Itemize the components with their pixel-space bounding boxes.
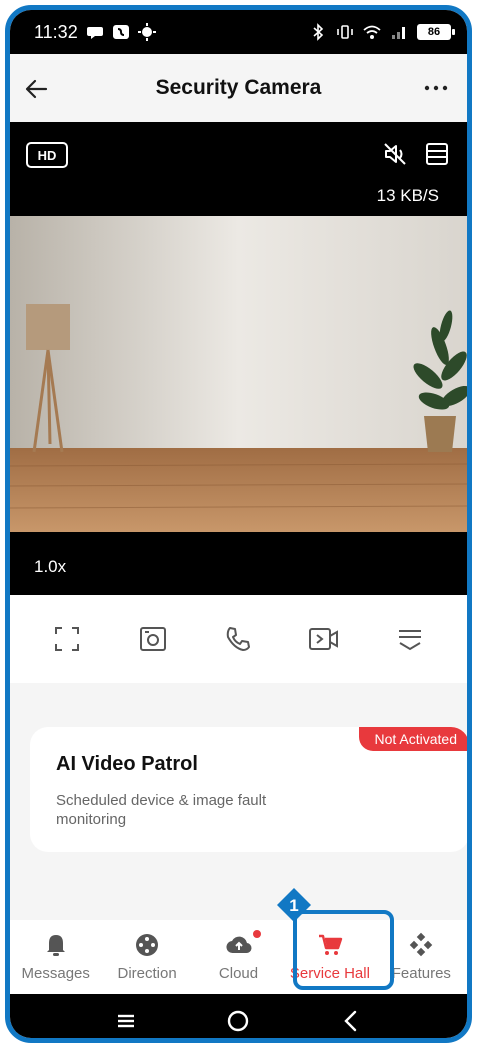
nav-item-direction[interactable]: Direction [101, 920, 192, 998]
card-title: AI Video Patrol [56, 753, 198, 775]
cart-icon [318, 934, 343, 955]
bluetooth-icon [313, 23, 324, 41]
sun-icon [137, 23, 156, 41]
nav-label-direction: Direction [117, 965, 177, 982]
back-icon[interactable] [338, 1008, 364, 1034]
page-title: Security Camera [155, 76, 322, 99]
fullscreen-button[interactable] [51, 623, 83, 655]
signal-icon [392, 27, 405, 39]
battery-icon: 86 [417, 24, 455, 40]
nav-label-service-hall: Service Hall [289, 965, 370, 982]
recent-apps-icon[interactable] [113, 1008, 139, 1034]
back-arrow-icon[interactable] [24, 76, 50, 102]
chat-bubble-icon [86, 27, 103, 39]
video-player[interactable]: HD 13 KB/S 1.0x [10, 122, 467, 595]
nav-item-features[interactable]: Features [376, 920, 467, 998]
sim-toolkit-icon [112, 25, 129, 39]
nav-item-service-hall[interactable]: Service Hall [284, 920, 375, 998]
app-header: Security Camera [10, 54, 467, 122]
phone-frame: 11:32 86 Security Camera HD 13 KB/S 1.0x… [5, 5, 472, 1043]
screenshot-icon [139, 627, 166, 651]
expand-icon [399, 630, 422, 651]
bottom-navigation: Messages Direction Cloud Service Hall Fe… [10, 920, 467, 998]
more-dots-icon[interactable] [421, 76, 451, 100]
call-icon [227, 627, 251, 651]
status-bar: 11:32 86 [10, 10, 467, 54]
status-badge: Not Activated [358, 727, 467, 751]
record-icon [309, 628, 339, 650]
home-icon[interactable] [225, 1008, 251, 1034]
nav-item-cloud[interactable]: Cloud [193, 920, 284, 998]
wifi-icon [363, 25, 381, 39]
step-number: 1 [289, 896, 298, 915]
cloud-upload-icon [225, 936, 252, 954]
direction-pad-icon [136, 934, 159, 956]
notification-dot [252, 930, 261, 938]
nav-label-messages: Messages [21, 965, 90, 982]
zoom-level: 1.0x [34, 557, 67, 576]
card-description: Scheduled device & image fault monitorin… [56, 792, 267, 828]
bitrate-readout: 13 KB/S [376, 186, 439, 205]
speaker-muted-icon[interactable] [381, 140, 409, 168]
quality-button[interactable]: HD [26, 142, 68, 168]
status-time: 11:32 [34, 21, 78, 42]
features-diamond-icon [410, 932, 433, 957]
screenshot-button[interactable] [137, 623, 169, 655]
step-number-badge: 1 [277, 888, 311, 922]
vibrate-icon [337, 25, 353, 39]
nav-label-features: Features [391, 965, 451, 982]
fullscreen-icon [54, 627, 79, 651]
expand-button[interactable] [394, 623, 426, 655]
bell-icon [46, 935, 65, 956]
system-navigation-bar [10, 994, 467, 1038]
nav-item-messages[interactable]: Messages [10, 920, 101, 998]
camera-feed-image [10, 216, 467, 532]
call-button[interactable] [222, 623, 254, 655]
nav-label-cloud: Cloud [218, 965, 259, 982]
ai-video-patrol-card[interactable]: Not Activated AI Video Patrol Scheduled … [30, 727, 467, 852]
record-button[interactable] [308, 623, 340, 655]
layout-icon[interactable] [423, 140, 451, 168]
control-bar [10, 595, 467, 683]
